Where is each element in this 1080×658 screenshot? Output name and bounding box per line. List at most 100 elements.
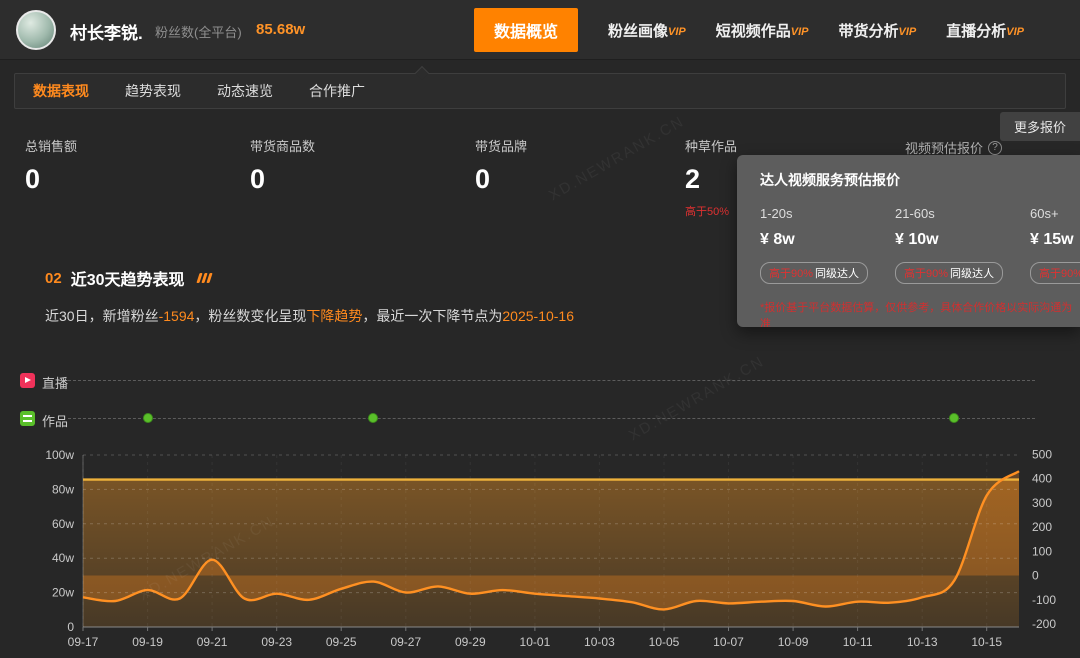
section-title: 近30天趋势表现 — [71, 266, 185, 290]
summary-drop-date: 2025-10-16 — [502, 308, 574, 324]
legend-live-label: 直播 — [42, 373, 68, 392]
svg-text:09-19: 09-19 — [132, 635, 163, 649]
stat-value: 0 — [25, 164, 77, 195]
tab-fans-portrait[interactable]: 粉丝画像VIP — [608, 20, 686, 41]
summary-text: ，最近一次下降节点为 — [362, 308, 502, 324]
svg-text:80w: 80w — [52, 482, 74, 496]
subnav-item-data-performance[interactable]: 数据表现 — [33, 81, 89, 101]
account-name: 村长李锐. — [70, 19, 143, 44]
vip-badge: VIP — [899, 26, 917, 38]
tab-live-analysis-label: 直播分析 — [946, 23, 1006, 40]
price-value: ¥ 15w — [1030, 231, 1080, 249]
sub-nav-caret — [415, 66, 429, 80]
tab-commerce-analysis-label: 带货分析 — [839, 23, 899, 40]
watermark: XD.NEWRANK.CN — [546, 113, 687, 204]
subnav-item-trend-performance[interactable]: 趋势表现 — [125, 81, 181, 101]
summary-new-fans-value: -1594 — [159, 308, 195, 324]
vip-badge: VIP — [1006, 26, 1024, 38]
quote-tooltip: 达人视频服务预估报价 1-20s ¥ 8w 高于90%同级达人 21-60s ¥… — [737, 155, 1080, 327]
svg-text:09-17: 09-17 — [68, 635, 99, 649]
stat-value: 0 — [250, 164, 315, 195]
quote-col-21-60s: 21-60s ¥ 10w 高于90%同级达人 — [895, 206, 1030, 284]
subnav-item-cooperation[interactable]: 合作推广 — [309, 81, 365, 101]
rank-badge: 高于90%同级达人 — [1030, 262, 1080, 284]
stat-total-sales: 总销售额 0 — [25, 136, 77, 195]
trend-chart: 020w40w60w80w100w5004003002001000-100-20… — [0, 440, 1080, 658]
svg-text:09-27: 09-27 — [390, 635, 421, 649]
tab-live-analysis[interactable]: 直播分析VIP — [946, 20, 1024, 41]
fans-count-value: 85.68w — [256, 21, 305, 38]
svg-text:10-15: 10-15 — [971, 635, 1002, 649]
works-markers — [0, 410, 1080, 426]
svg-text:200: 200 — [1032, 520, 1052, 534]
top-bar: 村长李锐. 粉丝数(全平台) 85.68w 数据概览 粉丝画像VIP 短视频作品… — [0, 0, 1080, 60]
svg-text:0: 0 — [67, 620, 74, 634]
summary-trend-word: 下降趋势 — [306, 308, 362, 324]
svg-text:400: 400 — [1032, 472, 1052, 486]
svg-text:09-21: 09-21 — [197, 635, 228, 649]
summary-text: ，粉丝数变化呈现 — [194, 308, 306, 324]
more-quotes-button[interactable]: 更多报价 — [1000, 112, 1080, 141]
svg-text:10-09: 10-09 — [778, 635, 809, 649]
trend-chart-svg: 020w40w60w80w100w5004003002001000-100-20… — [0, 440, 1080, 658]
svg-text:10-03: 10-03 — [584, 635, 615, 649]
subnav-item-activity-overview[interactable]: 动态速览 — [217, 81, 273, 101]
svg-text:10-11: 10-11 — [843, 635, 873, 649]
tab-fans-portrait-label: 粉丝画像 — [608, 23, 668, 40]
duration-label: 1-20s — [760, 206, 895, 221]
trend-section-header: 02 近30天趋势表现 — [45, 266, 211, 290]
duration-label: 60s+ — [1030, 206, 1080, 221]
stat-commerce-brands: 带货品牌 0 — [475, 136, 527, 195]
quote-col-1-20s: 1-20s ¥ 8w 高于90%同级达人 — [760, 206, 895, 284]
legend-works-row: 作品 — [0, 410, 1080, 426]
rank-badge-percent: 高于90% — [1039, 265, 1080, 281]
stat-rank-badge: 高于50% — [685, 203, 737, 219]
quote-disclaimer: *报价基于平台数据估算，仅供参考，具体合作价格以实际沟通为准 — [760, 299, 1080, 327]
tab-short-video-works[interactable]: 短视频作品VIP — [716, 20, 809, 41]
price-value: ¥ 10w — [895, 231, 1030, 249]
stat-label: 种草作品 — [685, 136, 737, 155]
live-icon — [20, 373, 35, 388]
svg-text:10-07: 10-07 — [713, 635, 744, 649]
help-icon[interactable]: ? — [988, 141, 1002, 155]
svg-text:500: 500 — [1032, 447, 1052, 461]
work-marker-dot[interactable] — [143, 413, 153, 423]
svg-text:10-01: 10-01 — [520, 635, 551, 649]
stat-label: 带货品牌 — [475, 136, 527, 155]
rank-badge: 高于90%同级达人 — [895, 262, 1003, 284]
dashboard-page: 村长李锐. 粉丝数(全平台) 85.68w 数据概览 粉丝画像VIP 短视频作品… — [0, 0, 1080, 658]
svg-text:0: 0 — [1032, 569, 1039, 583]
rank-badge-peer: 同级达人 — [815, 265, 859, 281]
section-deco-icon — [198, 273, 211, 283]
work-marker-dot[interactable] — [368, 413, 378, 423]
stat-value: 0 — [475, 164, 527, 195]
tab-short-video-works-label: 短视频作品 — [716, 23, 791, 40]
rank-badge: 高于90%同级达人 — [760, 262, 868, 284]
stat-value: 2 — [685, 164, 737, 195]
stat-seeding-works: 种草作品 2 高于50% — [685, 136, 737, 219]
quote-columns: 1-20s ¥ 8w 高于90%同级达人 21-60s ¥ 10w 高于90%同… — [760, 206, 1080, 284]
tab-data-overview[interactable]: 数据概览 — [474, 8, 578, 52]
vip-badge: VIP — [668, 26, 686, 38]
summary-text: 近30日，新增粉丝 — [45, 308, 159, 324]
svg-text:-100: -100 — [1032, 593, 1056, 607]
svg-text:-200: -200 — [1032, 617, 1056, 631]
svg-text:300: 300 — [1032, 496, 1052, 510]
quote-tooltip-title: 达人视频服务预估报价 — [760, 170, 1080, 190]
price-value: ¥ 8w — [760, 231, 895, 249]
watermark: XD.NEWRANK.CN — [626, 353, 767, 444]
svg-text:09-23: 09-23 — [261, 635, 292, 649]
tab-commerce-analysis[interactable]: 带货分析VIP — [839, 20, 917, 41]
svg-text:20w: 20w — [52, 586, 74, 600]
vip-badge: VIP — [791, 26, 809, 38]
svg-text:100w: 100w — [45, 448, 74, 462]
work-marker-dot[interactable] — [949, 413, 959, 423]
avatar[interactable] — [16, 10, 56, 50]
svg-text:100: 100 — [1032, 544, 1052, 558]
svg-text:40w: 40w — [52, 551, 74, 565]
sub-nav: 数据表现 趋势表现 动态速览 合作推广 — [14, 73, 1066, 109]
stat-label: 带货商品数 — [250, 136, 315, 155]
quote-col-60s-plus: 60s+ ¥ 15w 高于90%同级达人 — [1030, 206, 1080, 284]
svg-text:09-29: 09-29 — [455, 635, 486, 649]
fans-count-label: 粉丝数(全平台) — [155, 22, 242, 41]
